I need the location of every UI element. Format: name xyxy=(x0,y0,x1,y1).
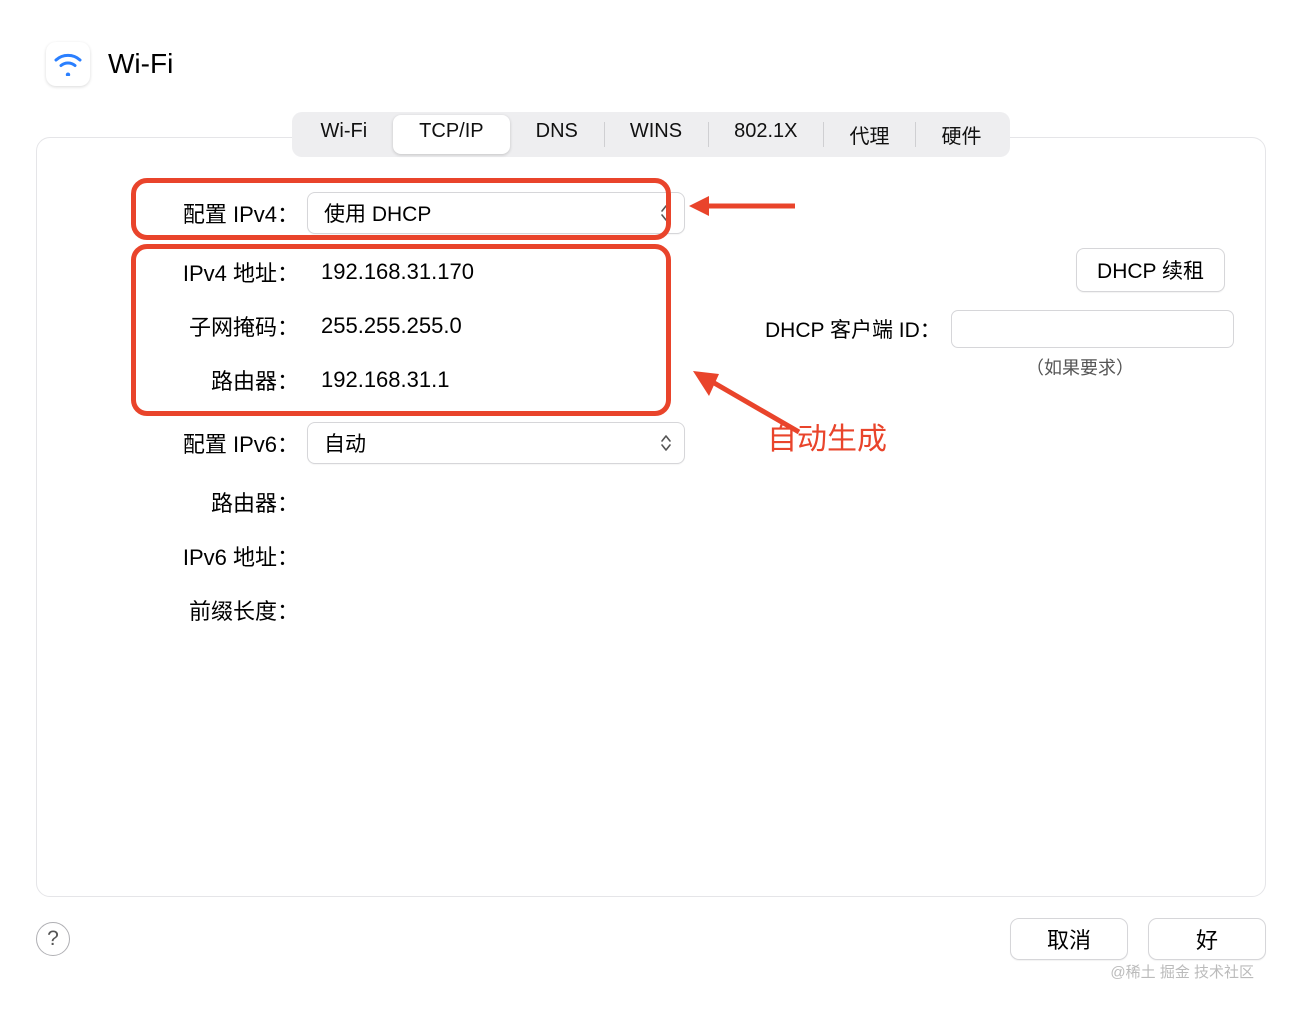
watermark: @稀土 掘金 技术社区 xyxy=(1110,961,1254,982)
configure-ipv4-select[interactable]: 使用 DHCP xyxy=(307,192,685,234)
subnet-mask-label: 子网掩码： xyxy=(73,310,307,342)
form-left: 配置 IPv4： 使用 DHCP IPv4 地址： 192.168.31.170… xyxy=(73,192,713,626)
tab-hardware[interactable]: 硬件 xyxy=(915,115,1007,154)
cancel-button[interactable]: 取消 xyxy=(1010,918,1128,960)
router-label: 路由器： xyxy=(73,364,307,396)
dhcp-renew-button[interactable]: DHCP 续租 xyxy=(1076,248,1225,292)
ok-button[interactable]: 好 xyxy=(1148,918,1266,960)
settings-panel: 配置 IPv4： 使用 DHCP IPv4 地址： 192.168.31.170… xyxy=(36,137,1266,897)
configure-ipv6-label: 配置 IPv6： xyxy=(73,427,307,459)
dhcp-client-id-label: DHCP 客户端 ID： xyxy=(765,314,941,344)
header: Wi-Fi xyxy=(0,0,1302,104)
configure-ipv6-value: 自动 xyxy=(324,428,366,458)
router-value: 192.168.31.1 xyxy=(307,367,449,393)
configure-ipv4-label: 配置 IPv4： xyxy=(73,197,307,229)
ipv4-address-label: IPv4 地址： xyxy=(73,256,307,288)
wifi-icon xyxy=(46,42,90,86)
tab-bar: Wi-Fi TCP/IP DNS WINS 802.1X 代理 硬件 xyxy=(0,112,1302,157)
footer: ? 取消 好 xyxy=(36,918,1266,960)
help-button[interactable]: ? xyxy=(36,922,70,956)
subnet-mask-value: 255.255.255.0 xyxy=(307,313,462,339)
tab-wins[interactable]: WINS xyxy=(604,115,708,154)
prefix-length-label: 前缀长度： xyxy=(73,594,307,626)
page-title: Wi-Fi xyxy=(108,48,173,80)
dhcp-side: DHCP 续租 DHCP 客户端 ID： （如果要求） xyxy=(765,248,1225,380)
tab-group: Wi-Fi TCP/IP DNS WINS 802.1X 代理 硬件 xyxy=(292,112,1011,157)
ipv4-address-value: 192.168.31.170 xyxy=(307,259,474,285)
ipv6-address-label: IPv6 地址： xyxy=(73,540,307,572)
tab-wifi[interactable]: Wi-Fi xyxy=(295,115,394,154)
tab-dns[interactable]: DNS xyxy=(510,115,604,154)
tab-proxy[interactable]: 代理 xyxy=(823,115,915,154)
arrow-icon xyxy=(687,188,797,224)
configure-ipv6-select[interactable]: 自动 xyxy=(307,422,685,464)
router6-label: 路由器： xyxy=(73,486,307,518)
dhcp-client-id-hint: （如果要求） xyxy=(765,354,1225,380)
annotation-text: 自动生成 xyxy=(767,414,887,458)
chevron-up-down-icon xyxy=(660,434,672,452)
chevron-up-down-icon xyxy=(660,204,672,222)
dhcp-client-id-input[interactable] xyxy=(951,310,1234,348)
tab-8021x[interactable]: 802.1X xyxy=(708,115,823,154)
tab-tcpip[interactable]: TCP/IP xyxy=(393,115,509,154)
configure-ipv4-value: 使用 DHCP xyxy=(324,198,431,228)
